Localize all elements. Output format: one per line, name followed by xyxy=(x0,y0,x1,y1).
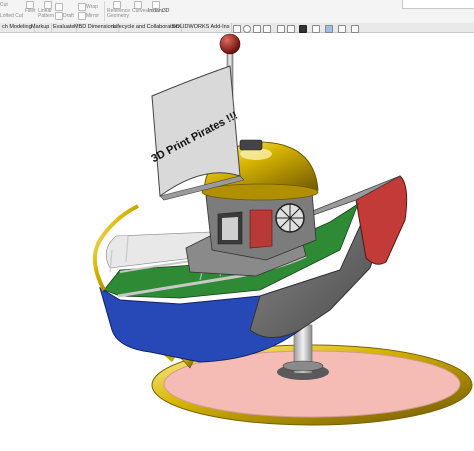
mirror-icon[interactable] xyxy=(78,12,86,20)
zoom-area-icon[interactable] xyxy=(253,25,261,33)
section-view-icon[interactable] xyxy=(277,25,285,33)
ribbon-item-reference-geometry[interactable]: Reference Geometry xyxy=(107,9,130,19)
ribbon-item-instant3d[interactable]: Instant3D xyxy=(148,9,169,14)
rib-icon[interactable] xyxy=(55,3,63,11)
ribbon-item-wrap[interactable]: Wrap xyxy=(86,5,98,10)
pirate-boat-model: 3D Print Pirates !!! xyxy=(92,33,473,426)
ribbon-item-linear-pattern[interactable]: Linear Pattern xyxy=(38,9,54,19)
cabin-door xyxy=(249,209,273,249)
ribbon-item-curves[interactable]: Curves xyxy=(132,9,148,14)
ribbon-item-lofted-cut[interactable]: Lofted Cut xyxy=(0,14,23,19)
ribbon-item-fillet[interactable]: Fillet xyxy=(25,9,36,14)
ribbon-item-cut[interactable]: Cut xyxy=(0,3,8,8)
tab-solidworks-addins[interactable]: SOLIDWORKS Add-Ins xyxy=(170,23,233,32)
scene-icon[interactable] xyxy=(338,25,346,33)
command-manager-ribbon: Cut Fillet Linear Pattern Draft Wrap Mir… xyxy=(0,0,474,24)
ribbon-item-draft[interactable]: Draft xyxy=(63,14,74,19)
hide-show-icon[interactable] xyxy=(312,25,320,33)
heads-up-view-toolbar xyxy=(228,24,474,33)
tab-markup[interactable]: Markup xyxy=(29,23,53,32)
pin-icon[interactable] xyxy=(233,25,241,33)
popup-panel xyxy=(402,0,474,9)
ribbon-item-mirror[interactable]: Mirror xyxy=(86,14,99,19)
display-style-icon[interactable] xyxy=(299,25,307,33)
ribbon-separator xyxy=(104,1,105,21)
view-orientation-icon[interactable] xyxy=(287,25,295,33)
view-settings-icon[interactable] xyxy=(351,25,359,33)
graphics-area[interactable]: 3D Print Pirates !!! xyxy=(0,33,474,446)
wrap-icon[interactable] xyxy=(78,3,86,11)
draft-icon[interactable] xyxy=(55,12,63,20)
mast-ball xyxy=(219,33,241,55)
appearance-icon[interactable] xyxy=(325,25,333,33)
previous-view-icon[interactable] xyxy=(263,25,271,33)
search-view-icon[interactable] xyxy=(243,25,251,33)
